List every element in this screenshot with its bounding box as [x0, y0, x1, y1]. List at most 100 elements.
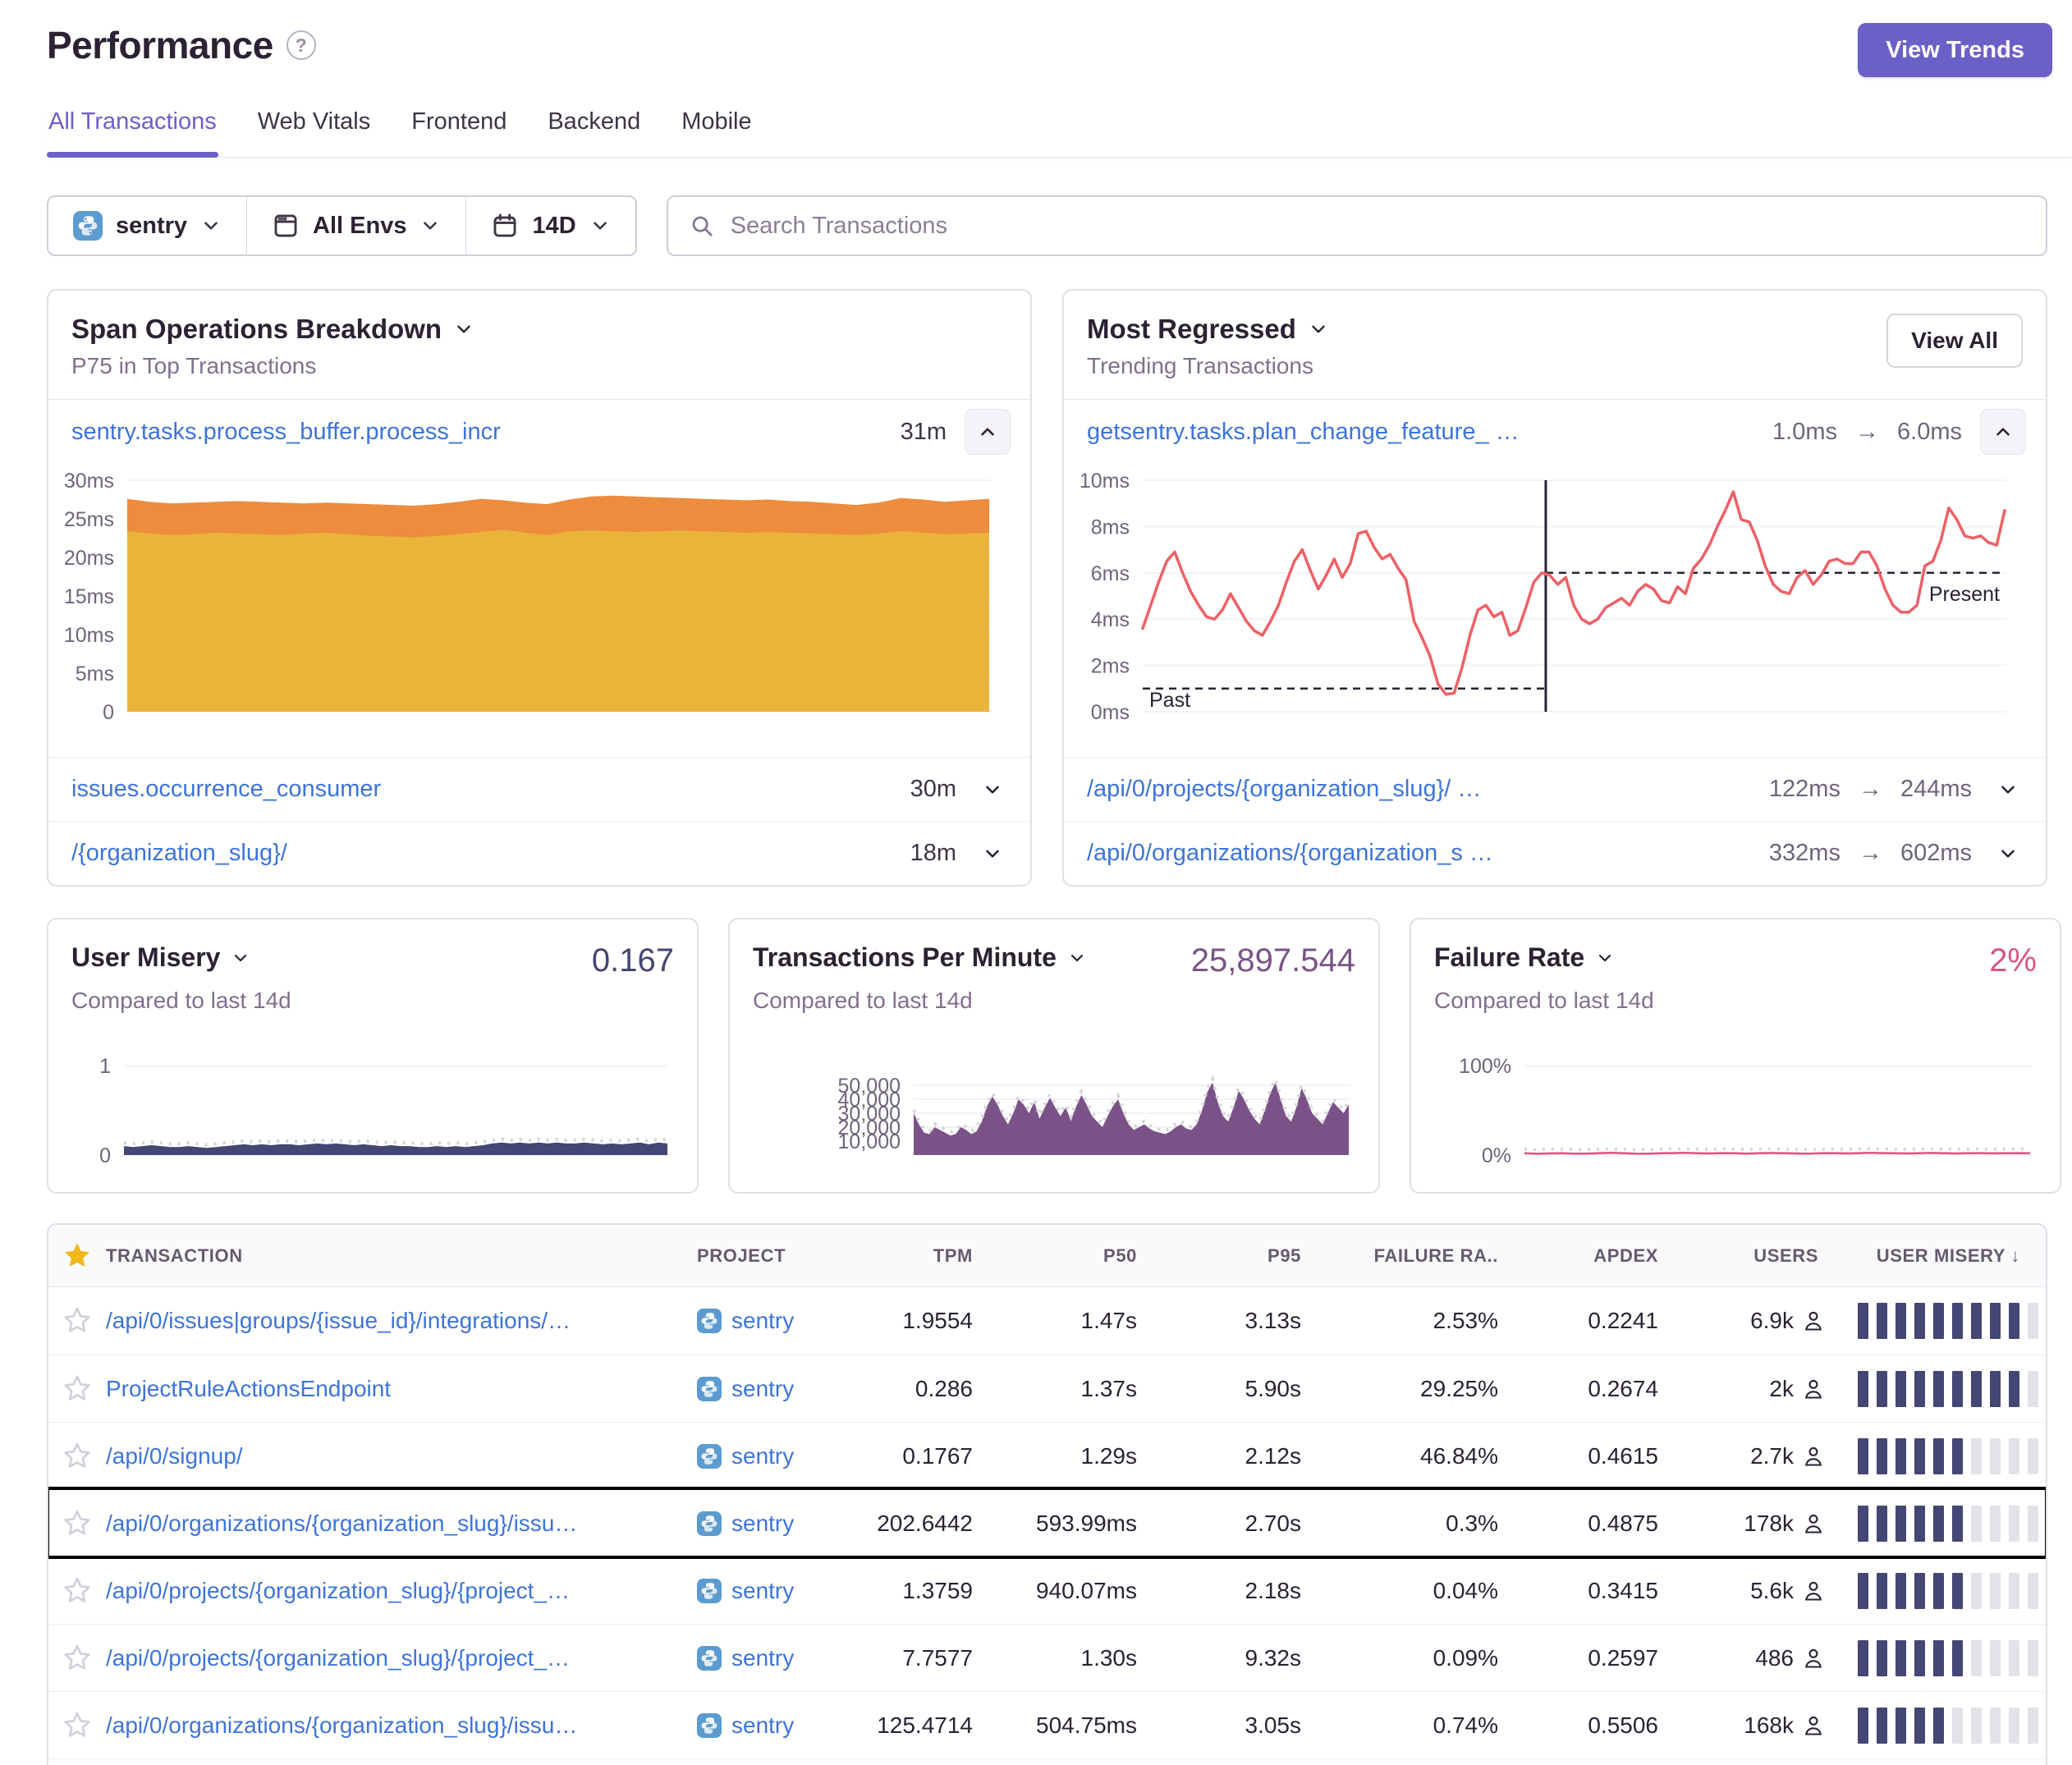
column-header-project[interactable]: PROJECT	[697, 1245, 861, 1267]
expand-button[interactable]	[974, 836, 1011, 872]
expand-button[interactable]	[974, 772, 1011, 808]
view-trends-button[interactable]: View Trends	[1858, 23, 2052, 77]
svg-text:0: 0	[103, 701, 114, 724]
tpm-dropdown[interactable]: Transactions Per Minute	[753, 942, 1087, 973]
accordion-row: /api/0/organizations/{organization_s …33…	[1064, 821, 2046, 885]
p50-cell: 1.37s	[1001, 1376, 1165, 1402]
star-icon[interactable]	[62, 1576, 92, 1606]
star-icon[interactable]	[62, 1644, 92, 1673]
search-input[interactable]	[729, 212, 2024, 241]
misery-bar	[1952, 1708, 1963, 1744]
project-link[interactable]: sentry	[731, 1578, 794, 1604]
column-header-p95[interactable]: P95	[1165, 1245, 1329, 1267]
favorite-star-cell[interactable]	[48, 1509, 106, 1538]
column-header-users[interactable]: USERS	[1686, 1245, 1846, 1267]
column-header-p50[interactable]: P50	[1001, 1245, 1165, 1267]
column-header-apdex[interactable]: APDEX	[1526, 1245, 1686, 1267]
user-icon	[1802, 1512, 1825, 1535]
transaction-link[interactable]: sentry.tasks.process_buffer.process_incr	[71, 419, 501, 446]
transaction-link[interactable]: ProjectRuleActionsEndpoint	[106, 1376, 697, 1402]
chevron-down-icon	[1308, 319, 1329, 340]
apdex-cell: 0.5506	[1526, 1712, 1686, 1739]
expand-button[interactable]	[1990, 772, 2026, 808]
project-link[interactable]: sentry	[731, 1645, 794, 1671]
transaction-link[interactable]: /{organization_slug}/	[71, 840, 287, 867]
tpm-cell: 0.286	[861, 1376, 1001, 1402]
tab-all-transactions[interactable]: All Transactions	[47, 108, 218, 157]
favorite-star-cell[interactable]	[48, 1374, 106, 1404]
tab-frontend[interactable]: Frontend	[410, 108, 508, 157]
expanded-chart: 05ms10ms15ms20ms25ms30ms	[48, 464, 1030, 757]
column-header-tpm[interactable]: TPM	[861, 1245, 1001, 1267]
svg-text:2ms: 2ms	[1091, 655, 1130, 678]
favorite-star-cell[interactable]	[48, 1442, 106, 1471]
misery-bar	[1933, 1573, 1944, 1609]
project-link[interactable]: sentry	[731, 1443, 794, 1469]
transaction-link[interactable]: /api/0/projects/{organization_slug}/{pro…	[106, 1645, 697, 1671]
column-header-transaction[interactable]: TRANSACTION	[106, 1245, 697, 1267]
transaction-link[interactable]: /api/0/organizations/{organization_slug}…	[106, 1712, 697, 1739]
star-icon[interactable]	[62, 1442, 92, 1471]
project-link[interactable]: sentry	[731, 1511, 794, 1537]
transaction-link[interactable]: /api/0/signup/	[106, 1443, 697, 1469]
favorite-star-cell[interactable]	[48, 1711, 106, 1740]
column-header-failure-ra-[interactable]: FAILURE RA..	[1329, 1245, 1526, 1267]
misery-bar	[1914, 1371, 1925, 1407]
misery-bar	[2028, 1573, 2038, 1609]
project-link[interactable]: sentry	[731, 1712, 794, 1739]
svg-text:8ms: 8ms	[1091, 516, 1130, 539]
collapse-button[interactable]	[1980, 409, 2026, 455]
transaction-link[interactable]: /api/0/organizations/{organization_slug}…	[106, 1511, 697, 1537]
failure-rate-dropdown[interactable]: Failure Rate	[1434, 942, 1615, 973]
p50-cell: 1.29s	[1001, 1443, 1165, 1469]
most-regressed-title-dropdown[interactable]: Most Regressed	[1087, 314, 1329, 345]
transaction-link[interactable]: /api/0/issues|groups/{issue_id}/integrat…	[106, 1308, 697, 1334]
user-icon	[1802, 1378, 1825, 1401]
svg-text:10ms: 10ms	[1080, 470, 1130, 493]
misery-bar	[1990, 1371, 2001, 1407]
favorite-star-cell[interactable]	[48, 1576, 106, 1606]
expand-button[interactable]	[1990, 836, 2026, 872]
star-icon[interactable]	[62, 1240, 93, 1272]
date-range-selector[interactable]: 14D	[466, 197, 635, 254]
collapse-button[interactable]	[965, 409, 1011, 455]
transaction-link[interactable]: getsentry.tasks.plan_change_feature_ …	[1087, 419, 1520, 446]
misery-bar	[1933, 1708, 1944, 1744]
apdex-cell: 0.2674	[1526, 1376, 1686, 1402]
star-icon[interactable]	[62, 1374, 92, 1404]
svg-text:100%: 100%	[1459, 1055, 1511, 1078]
environment-selector[interactable]: All Envs	[247, 197, 465, 254]
misery-bar	[1971, 1573, 1982, 1609]
failure-rate-cell: 0.3%	[1329, 1511, 1526, 1537]
project-link[interactable]: sentry	[731, 1376, 794, 1402]
tab-web-vitals[interactable]: Web Vitals	[256, 108, 373, 157]
p50-cell: 1.47s	[1001, 1308, 1165, 1334]
p50-cell: 940.07ms	[1001, 1578, 1165, 1604]
tab-backend[interactable]: Backend	[546, 108, 642, 157]
transaction-link[interactable]: /api/0/organizations/{organization_s …	[1087, 840, 1493, 867]
star-icon[interactable]	[62, 1306, 92, 1336]
favorite-star-cell[interactable]	[48, 1306, 106, 1336]
user-misery-dropdown[interactable]: User Misery	[71, 942, 250, 973]
favorite-star-cell[interactable]	[48, 1644, 106, 1673]
star-icon[interactable]	[62, 1509, 92, 1538]
column-header-user-misery[interactable]: USER MISERY ↓	[1846, 1245, 2047, 1267]
page-header: Performance ? View Trends	[47, 23, 2052, 77]
star-icon[interactable]	[62, 1711, 92, 1740]
misery-bar	[1858, 1640, 1868, 1676]
help-icon[interactable]: ?	[287, 30, 316, 60]
transaction-link[interactable]: /api/0/projects/{organization_slug}/{pro…	[106, 1578, 697, 1604]
span-ops-title-dropdown[interactable]: Span Operations Breakdown	[71, 314, 474, 345]
misery-bar	[1952, 1371, 1963, 1407]
user-misery-bars	[1858, 1303, 2038, 1339]
project-link[interactable]: sentry	[731, 1308, 794, 1334]
transaction-link[interactable]: /api/0/projects/{organization_slug}/ …	[1087, 776, 1481, 803]
tab-mobile[interactable]: Mobile	[680, 108, 753, 157]
p95-cell: 3.13s	[1165, 1308, 1329, 1334]
project-selector[interactable]: sentry	[48, 197, 246, 254]
transaction-link[interactable]: issues.occurrence_consumer	[71, 776, 381, 803]
misery-bar	[1990, 1708, 2001, 1744]
user-misery-cell	[1846, 1303, 2047, 1339]
view-all-button[interactable]: View All	[1886, 314, 2023, 368]
key-transactions-star-header[interactable]	[48, 1240, 106, 1272]
